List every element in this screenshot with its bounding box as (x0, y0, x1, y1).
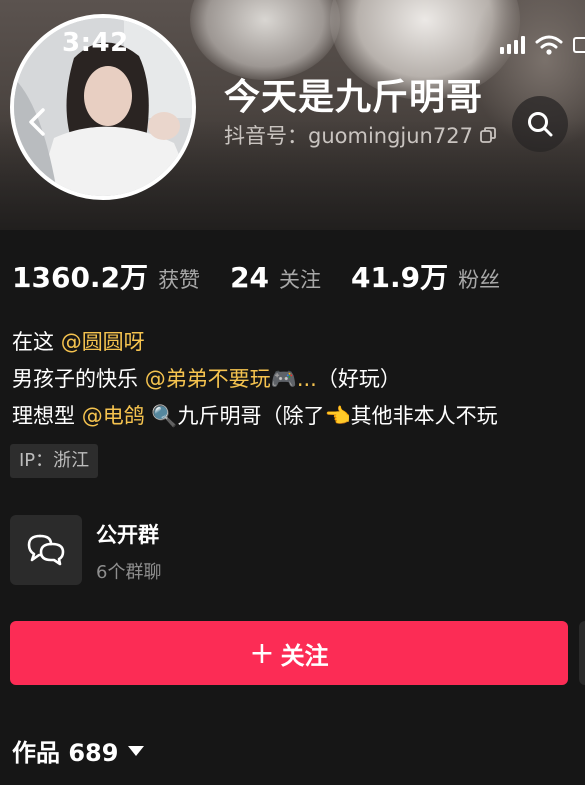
follow-button-label: 关注 (280, 641, 329, 670)
bio-line: 理想型 @电鸽 🔍九斤明哥（除了👈其他非本人不玩 (12, 398, 585, 435)
battery-icon (573, 37, 585, 53)
bio-text: （好玩） (316, 367, 401, 391)
stat-label: 关注 (279, 268, 322, 292)
stat-value: 41.9万 (351, 261, 449, 294)
douyin-id-text: 抖音号：guomingjun727 (224, 124, 473, 148)
status-time: 3:42 (62, 28, 129, 58)
bio-mention[interactable]: @弟弟不要玩🎮... (145, 367, 317, 391)
profile-stats: 1360.2万 获赞 24 关注 41.9万 粉丝 (12, 256, 530, 296)
stat-followers[interactable]: 41.9万 粉丝 (351, 256, 500, 296)
signal-icon (500, 36, 525, 54)
group-subtitle: 6个群聊 (96, 562, 162, 583)
bio-text: 理想型 (12, 404, 82, 428)
copy-icon[interactable] (479, 126, 497, 144)
search-icon (528, 112, 553, 137)
ip-location-tag: IP：浙江 (10, 444, 99, 478)
plus-icon: + (249, 635, 275, 671)
stat-label: 获赞 (158, 268, 201, 292)
search-button[interactable] (512, 96, 568, 152)
stat-following[interactable]: 24 关注 (230, 261, 321, 294)
bio-line: 在这 @圆圆呀 (12, 324, 585, 361)
stat-value: 1360.2万 (12, 261, 149, 294)
bio-text: 男孩子的快乐 (12, 367, 145, 391)
douyin-id[interactable]: 抖音号：guomingjun727 (224, 120, 497, 150)
stat-label: 粉丝 (458, 268, 501, 292)
bio-text: 在这 (12, 330, 61, 354)
works-label: 作品 689 (12, 739, 119, 767)
bio-mention[interactable]: @圆圆呀 (61, 330, 145, 354)
bio-line: 男孩子的快乐 @弟弟不要玩🎮...（好玩） (12, 361, 585, 398)
profile-name: 今天是九斤明哥 (224, 77, 484, 118)
group-chat-button[interactable] (10, 515, 82, 585)
group-chat-icon (27, 534, 65, 566)
works-tab[interactable]: 作品 689 (12, 733, 145, 768)
more-actions-button[interactable] (579, 621, 585, 685)
back-button[interactable] (20, 104, 56, 140)
status-bar-icons (500, 34, 585, 56)
profile-bio: 在这 @圆圆呀 男孩子的快乐 @弟弟不要玩🎮...（好玩） 理想型 @电鸽 🔍九… (12, 324, 585, 435)
bio-mention[interactable]: @电鸽 (82, 404, 145, 428)
follow-button[interactable]: + 关注 (10, 621, 568, 685)
wifi-icon (535, 35, 563, 55)
caret-down-icon (128, 745, 145, 756)
bio-text: 🔍九斤明哥（除了👈其他非本人不玩 (144, 404, 498, 428)
stat-value: 24 (230, 261, 270, 294)
group-title[interactable]: 公开群 (96, 519, 159, 549)
back-icon (29, 108, 45, 136)
stat-likes: 1360.2万 获赞 (12, 256, 200, 296)
